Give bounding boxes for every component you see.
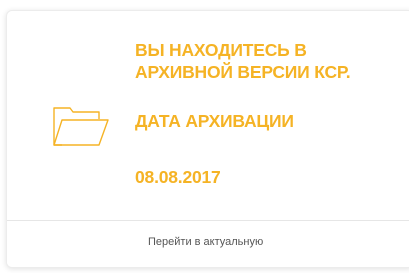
- archive-notice-body: ВЫ НАХОДИТЕСЬ В АРХИВНОЙ ВЕРСИИ КСР. ДАТ…: [7, 11, 409, 223]
- archive-date-value: 08.08.2017: [135, 167, 221, 187]
- archive-heading: ВЫ НАХОДИТЕСЬ В АРХИВНОЙ ВЕРСИИ КСР.: [135, 39, 395, 83]
- archive-heading-line-2: АРХИВНОЙ ВЕРСИИ КСР.: [135, 62, 351, 82]
- archive-date-label: ДАТА АРХИВАЦИИ: [135, 111, 294, 131]
- archive-notice-card: ВЫ НАХОДИТЕСЬ В АРХИВНОЙ ВЕРСИИ КСР. ДАТ…: [6, 10, 409, 268]
- card-footer: Перейти в актуальную: [7, 220, 409, 267]
- archive-heading-line-1: ВЫ НАХОДИТЕСЬ В: [135, 40, 307, 60]
- go-to-current-version-link[interactable]: Перейти в актуальную: [148, 236, 263, 248]
- archive-notice-text: ВЫ НАХОДИТЕСЬ В АРХИВНОЙ ВЕРСИИ КСР. ДАТ…: [135, 39, 395, 188]
- folder-open-icon: [52, 105, 110, 149]
